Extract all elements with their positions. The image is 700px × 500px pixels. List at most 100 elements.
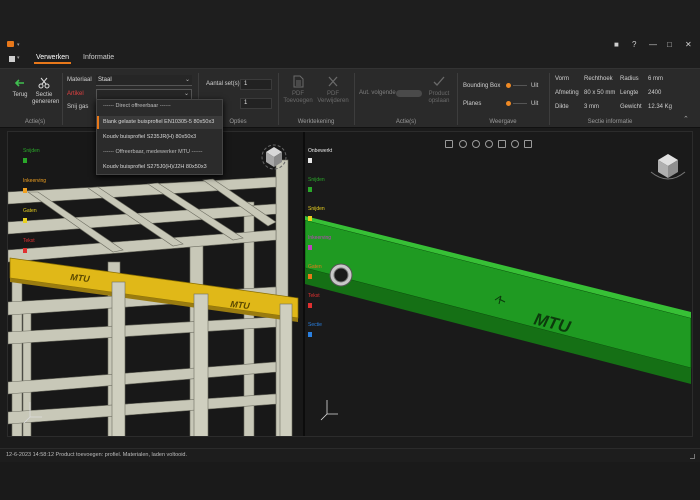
bounding-box-radio[interactable] (506, 83, 511, 88)
close-button[interactable]: ✕ (685, 40, 692, 49)
3d-viewport[interactable]: MTU MTU MTU Snijden Inkeerving Gaten Tek… (7, 131, 693, 437)
pdf-remove-label-2: Verwijderen (317, 98, 349, 104)
sectie-info-value: Rechthoek (584, 76, 613, 82)
group-label-werktekening: Werktekening (297, 119, 335, 125)
artikel-label: Artikel (67, 91, 84, 97)
menu-icon[interactable] (9, 56, 15, 62)
right-legend-swatch (308, 274, 312, 279)
aut-volgende-toggle[interactable] (396, 90, 422, 97)
right-legend-swatch (308, 187, 312, 192)
app-logo-icon (7, 41, 14, 47)
materiaal-value: Staal (98, 77, 112, 83)
maximize-button[interactable]: □ (667, 40, 672, 49)
sectie-info-value: 2400 (648, 90, 662, 96)
chevron-down-icon: ⌄ (183, 91, 189, 97)
group-label-opties: Opties (229, 119, 247, 125)
left-legend-swatch (23, 248, 27, 253)
snij-gas-label: Snij gas (67, 104, 89, 110)
feedback-icon[interactable]: ■ (614, 40, 619, 49)
sectie-label-1: Sectie (35, 92, 53, 98)
planes-label: Planes (463, 101, 482, 107)
divider (278, 73, 279, 125)
dropdown-header: ------ Direct offreerbaar ------ (103, 103, 171, 109)
materiaal-select[interactable]: Staal ⌄ (96, 75, 192, 86)
slider-track[interactable] (513, 85, 527, 86)
artikel-dropdown-list[interactable]: ------ Direct offreerbaar ------ Blank g… (96, 99, 223, 175)
sectie-info-value: 3 mm (584, 104, 599, 110)
tab-verwerken[interactable]: Verwerken (33, 54, 72, 64)
sectie-info-key: Gewicht (620, 104, 642, 110)
scissors-icon (38, 77, 50, 89)
x-icon (328, 76, 338, 87)
frame-structure-render[interactable]: MTU MTU (8, 132, 303, 437)
right-legend-label: Snijden (308, 177, 325, 183)
aantal-sets-input[interactable]: 1 (240, 79, 272, 90)
left-legend-label: Snijden (23, 148, 40, 154)
sectie-genereren-button[interactable]: Sectie genereren (32, 77, 60, 106)
tab-informatie[interactable]: Informatie (83, 54, 114, 61)
left-legend-label: Inkeerving (23, 178, 47, 184)
sectie-info-value: 6 mm (648, 76, 663, 82)
left-legend-label: Gaten (23, 208, 37, 214)
sectie-label-2: genereren (32, 99, 60, 105)
chevron-down-icon[interactable]: ▾ (17, 55, 20, 61)
right-legend-swatch (308, 158, 312, 163)
divider (457, 73, 458, 125)
left-legend-label: Tekst (23, 238, 35, 244)
group-label-weergave: Weergave (489, 119, 517, 125)
right-legend-label: Onbewerkt (308, 148, 333, 154)
minimize-button[interactable]: — (649, 40, 657, 49)
group-label-sectie-informatie: Sectie informatie (587, 119, 633, 125)
right-legend-label: Gaten (308, 264, 322, 270)
aantal-sets-label: Aantal set(s) (206, 81, 240, 87)
planes-radio[interactable] (506, 101, 511, 106)
slider-track[interactable] (513, 103, 527, 104)
sectie-info-value: 12.34 Kg (648, 104, 673, 110)
chevron-down-icon[interactable]: ▾ (17, 42, 20, 48)
product-label-1: Product (428, 91, 450, 97)
second-quantity-input[interactable]: 1 (240, 98, 272, 109)
pdf-remove-button[interactable]: PDF Verwijderen (316, 75, 350, 105)
group-label-acties: Actie(s) (24, 119, 46, 125)
back-label: Terug (12, 92, 28, 98)
dropdown-option[interactable]: Koudv buisprofiel S275J0(H)/J2H 80x50x3 (97, 161, 222, 174)
dropdown-header: ------ Offreerbaar, medewerker MTU -----… (103, 149, 203, 155)
divider (354, 73, 355, 125)
resize-grip-icon[interactable] (690, 454, 695, 459)
materiaal-label: Materiaal (67, 77, 92, 83)
home-view-icon[interactable] (445, 140, 453, 148)
help-icon[interactable]: ? (632, 40, 636, 49)
dropdown-option[interactable]: Blank gelaste buisprofiel EN10305-5 80x5… (97, 116, 222, 129)
bounding-box-value: Uit (531, 83, 539, 89)
beam-text-left: MTU (70, 272, 91, 284)
arrow-left-icon (14, 79, 24, 87)
right-legend-label: Inkeerving (308, 235, 332, 241)
group-label-acties-2: Actie(s) (395, 119, 417, 125)
section-icon[interactable] (511, 140, 519, 148)
pan-icon[interactable] (498, 140, 506, 148)
left-legend-swatch (23, 218, 27, 223)
pdf-add-label-1: PDF (292, 91, 304, 97)
fit-view-icon[interactable] (459, 140, 467, 148)
dropdown-option[interactable]: Koudv buisprofiel S235JR(H) 80x50x3 (97, 131, 222, 144)
rotate-icon[interactable] (472, 140, 480, 148)
measure-icon[interactable] (524, 140, 532, 148)
sectie-info-value: 80 x 50 mm (584, 90, 616, 96)
title-bar: ▾ ■ ? — □ ✕ (0, 0, 700, 52)
pdf-add-button[interactable]: PDF Toevoegen (282, 75, 314, 105)
sectie-info-key: Dikte (555, 104, 569, 110)
aut-volgende-label: Aut. volgende (359, 90, 396, 96)
left-legend-swatch (23, 158, 27, 163)
zoom-icon[interactable] (485, 140, 493, 148)
back-button[interactable]: Terug (9, 77, 31, 99)
divider (62, 73, 63, 125)
bottom-area (0, 462, 700, 500)
sectie-info-key: Afmeting (555, 90, 579, 96)
part-render[interactable]: MTU (305, 132, 693, 437)
product-opslaan-button[interactable]: Product opslaan (424, 75, 454, 105)
document-icon (293, 75, 304, 88)
bounding-box-label: Bounding Box (463, 83, 501, 89)
checkmark-icon (433, 76, 445, 86)
right-legend-swatch (308, 332, 312, 337)
chevron-up-icon[interactable]: ⌃ (683, 115, 689, 123)
